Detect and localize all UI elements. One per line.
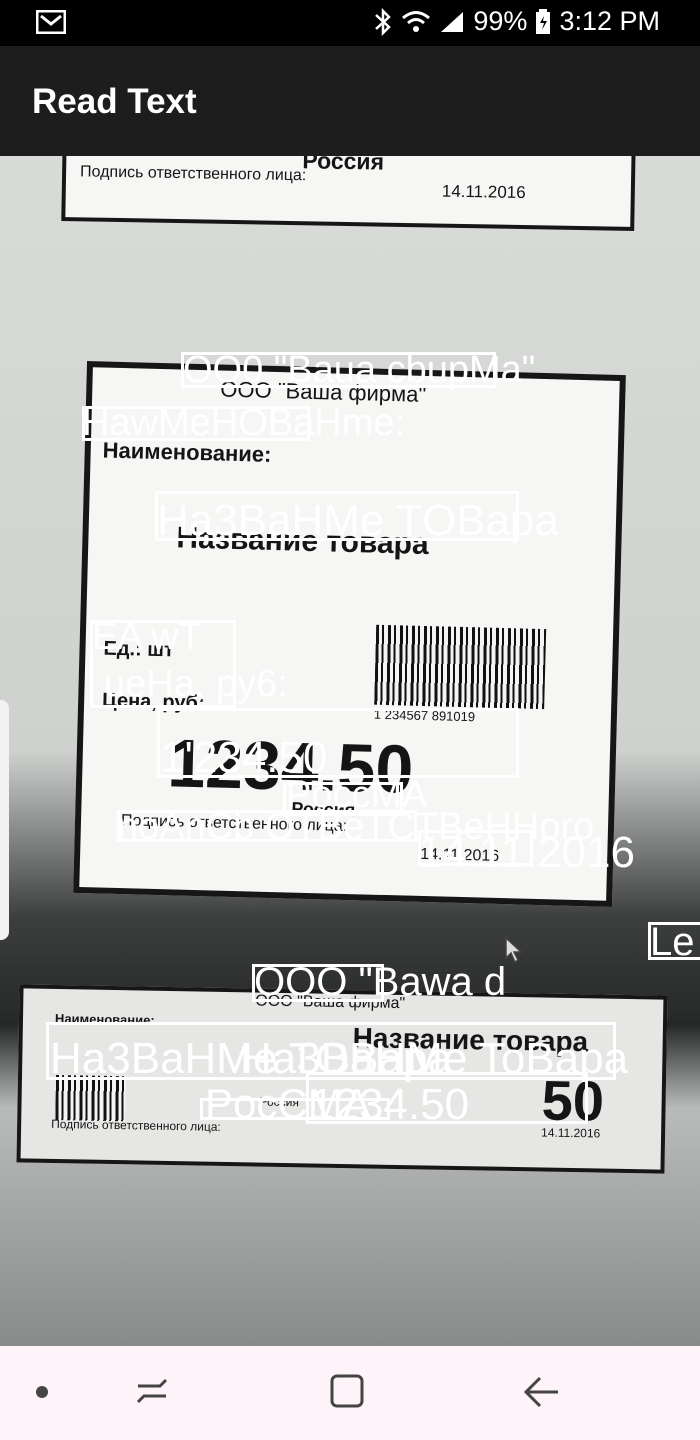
camera-preview: Россия Подпись ответственного лица: 14.1… [0, 156, 700, 1346]
navigation-bar [0, 1346, 700, 1440]
signal-icon [441, 11, 464, 32]
label-top-country: Россия [302, 156, 385, 175]
label-top-date: 14.11.2016 [441, 181, 526, 203]
ocr-text: Le [650, 920, 695, 964]
app-bar: Read Text [0, 46, 700, 156]
battery-icon [536, 8, 551, 34]
ocr-text: OOO "Bawa d [254, 960, 507, 1004]
label-bottom-signature: Подпись ответственного лица: [51, 1116, 221, 1134]
dot-icon[interactable] [20, 1372, 64, 1412]
battery-percent: 99% [473, 6, 528, 36]
ocr-text: 1234.50 [310, 1080, 470, 1129]
bluetooth-icon [375, 7, 392, 36]
ocr-text: EA wT [92, 616, 202, 658]
label-bottom-date: 14.11.2016 [540, 1125, 601, 1141]
ocr-text: Ha3BaHMe TOBapa [157, 496, 559, 545]
gmail-icon [35, 9, 67, 35]
back-icon[interactable] [520, 1372, 564, 1412]
ocr-text: OO0 "Baua cbupMa" [183, 349, 536, 391]
status-time: 3:12 PM [559, 6, 660, 36]
label-main-barcode [374, 624, 547, 710]
label-top: Россия Подпись ответственного лица: 14.1… [61, 156, 636, 231]
label-top-signature: Подпись ответственного лица: [79, 163, 307, 185]
ocr-text: 14.11.2016 [418, 828, 635, 877]
edge-panel-handle[interactable] [0, 700, 9, 940]
recents-icon[interactable] [130, 1372, 174, 1412]
app-title: Read Text [32, 82, 197, 121]
status-bar: 99% 3:12 PM [0, 0, 700, 46]
cursor-icon [505, 936, 523, 964]
home-icon[interactable] [325, 1372, 369, 1412]
ocr-text: HawMeHOBaHme: [82, 402, 406, 444]
ocr-text: ueHa, py6: [104, 663, 288, 705]
wifi-icon [402, 10, 431, 32]
